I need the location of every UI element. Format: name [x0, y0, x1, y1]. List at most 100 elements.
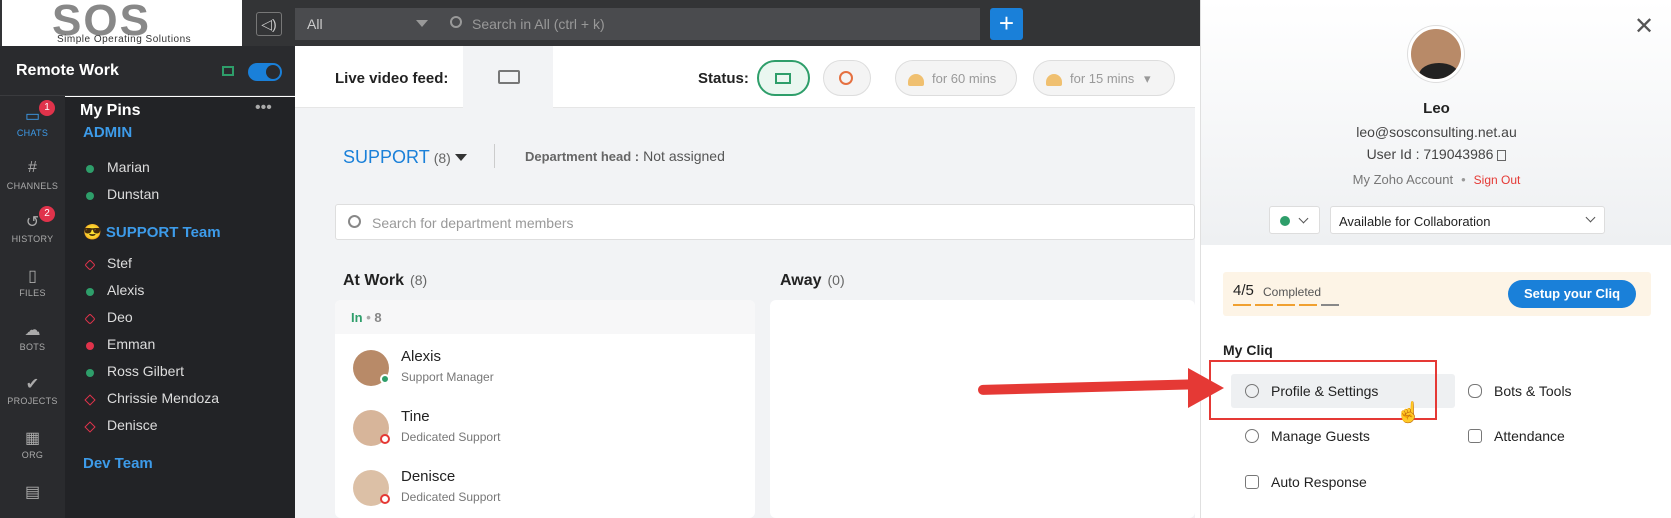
progress-segment [1321, 304, 1339, 306]
department-name: SUPPORT [343, 147, 430, 167]
chevron-down-icon[interactable] [455, 154, 467, 161]
progress-segment [1255, 304, 1273, 306]
chevron-down-icon [1585, 212, 1596, 223]
search-scope-select[interactable]: All [295, 8, 438, 40]
progress-label: Completed [1263, 285, 1322, 299]
pin-name: Deo [107, 309, 133, 325]
department-head-label: Department head : [525, 149, 640, 164]
member-role: Dedicated Support [401, 490, 501, 504]
chevron-down-icon [1298, 213, 1309, 224]
profile-avatar[interactable] [1408, 26, 1464, 82]
coffee-icon [1046, 73, 1062, 86]
rail-item-more[interactable]: ▤ [0, 472, 65, 518]
pins-panel: My Pins ••• ADMIN Marian Dunstan 😎 SUPPO… [65, 97, 295, 518]
online-status-dot [1280, 216, 1290, 226]
member-row[interactable]: Denisce Dedicated Support [353, 464, 733, 512]
department-selector[interactable]: SUPPORT (8) [343, 147, 451, 168]
department-head: Department head : Not assigned [525, 148, 725, 164]
add-button[interactable]: + [990, 8, 1023, 40]
bots-tools-item[interactable]: Bots & Tools [1454, 374, 1654, 408]
rail-label: ORG [21, 450, 44, 460]
pin-group-support[interactable]: 😎 SUPPORT Team [83, 223, 221, 241]
member-name: Tine [401, 408, 430, 425]
in-label: In [351, 310, 363, 325]
pin-name: Chrissie Mendoza [107, 390, 220, 406]
rail-label: BOTS [19, 342, 46, 352]
attendance-item[interactable]: Attendance [1454, 419, 1654, 453]
rail-item-files[interactable]: ▯ FILES [0, 256, 65, 312]
phone-status-icon [84, 259, 96, 271]
column-title: Away [780, 272, 822, 289]
in-group-header[interactable]: In • 8 [335, 300, 755, 334]
sos-logo[interactable]: SOS Simple Operating Solutions [2, 0, 242, 46]
my-cliq-title: My Cliq [1223, 342, 1273, 358]
setup-cliq-button[interactable]: Setup your Cliq [1508, 280, 1636, 308]
rail-item-org[interactable]: ▦ ORG [0, 418, 65, 474]
department-count: (8) [433, 150, 451, 166]
status-chip-break[interactable]: for 15 mins ▾ [1033, 60, 1175, 96]
close-icon[interactable]: ✕ [1634, 12, 1654, 41]
status-chip-focus[interactable] [823, 60, 871, 96]
history-icon: ↺ [25, 214, 40, 231]
rail-item-projects[interactable]: ✔ PROJECTS [0, 364, 65, 420]
profile-panel: ✕ Leo leo@sosconsulting.net.au User Id :… [1200, 0, 1671, 518]
pin-group-dev[interactable]: Dev Team [83, 455, 153, 472]
member-row[interactable]: Tine Dedicated Support [353, 404, 733, 452]
online-status-dot [86, 288, 94, 296]
member-name: Alexis [401, 348, 442, 365]
my-zoho-account-link[interactable]: My Zoho Account [1353, 172, 1453, 187]
unread-badge: 1 [39, 100, 55, 116]
rail-item-bots[interactable]: ☁ BOTS [0, 310, 65, 366]
remote-work-toggle[interactable] [248, 63, 282, 81]
calendar-icon: ▤ [24, 484, 41, 501]
speaker-icon[interactable]: ◁) [256, 12, 282, 36]
member-row[interactable]: Alexis Support Manager [353, 344, 733, 392]
dnd-status-icon [380, 494, 390, 504]
sunglasses-emoji-icon: 😎 [83, 224, 102, 241]
status-message-select[interactable]: Available for Collaboration [1330, 206, 1605, 234]
dnd-status-icon [84, 421, 96, 433]
member-role: Dedicated Support [401, 430, 501, 444]
copy-icon[interactable] [1497, 149, 1507, 161]
column-title: At Work [343, 272, 405, 289]
chevron-down-icon [416, 20, 428, 27]
rail-item-channels[interactable]: # CHANNELS [0, 149, 65, 205]
progress-segment [1277, 304, 1295, 306]
logo-tagline: Simple Operating Solutions [57, 34, 192, 45]
member-search-input[interactable]: Search for department members [335, 204, 1195, 240]
file-icon: ▯ [28, 268, 37, 285]
auto-response-item[interactable]: Auto Response [1231, 465, 1455, 499]
busy-status-dot [86, 342, 94, 350]
sign-out-link[interactable]: Sign Out [1474, 173, 1521, 187]
chevron-down-icon[interactable]: ▾ [1144, 71, 1151, 86]
status-label: Status: [698, 70, 749, 87]
online-status-dot [86, 369, 94, 377]
rail-label: PROJECTS [7, 396, 58, 406]
status-chip-lunch[interactable]: for 60 mins [895, 60, 1017, 96]
video-camera-icon [498, 70, 520, 84]
online-status-dot [380, 374, 390, 384]
rail-item-history[interactable]: ↺ HISTORY 2 [0, 202, 65, 258]
pin-group-admin[interactable]: ADMIN [83, 124, 132, 141]
laptop-icon [775, 73, 791, 84]
rail-label: HISTORY [11, 234, 54, 244]
target-icon [839, 71, 853, 85]
search-input[interactable]: Search in All (ctrl + k) [438, 8, 980, 40]
user-id-text: User Id : 719043986 [1366, 146, 1494, 162]
status-chip-at-desk[interactable] [757, 60, 810, 96]
hash-icon: # [28, 159, 37, 176]
chip-label: for 60 mins [932, 71, 997, 86]
cloud-bot-icon [1468, 384, 1482, 398]
pin-name: Emman [107, 336, 156, 352]
guest-icon [1245, 429, 1259, 443]
away-list [770, 300, 1195, 518]
pin-name: Marian [107, 159, 150, 175]
presence-dropdown[interactable] [1269, 206, 1320, 234]
column-count: (0) [827, 272, 845, 288]
rail-item-chats[interactable]: ▭ CHATS 1 [0, 96, 65, 152]
manage-guests-item[interactable]: Manage Guests [1231, 419, 1455, 453]
more-icon[interactable]: ••• [255, 99, 272, 117]
live-video-label: Live video feed: [335, 70, 449, 87]
online-status-dot [86, 165, 94, 173]
live-video-button[interactable] [463, 46, 553, 108]
